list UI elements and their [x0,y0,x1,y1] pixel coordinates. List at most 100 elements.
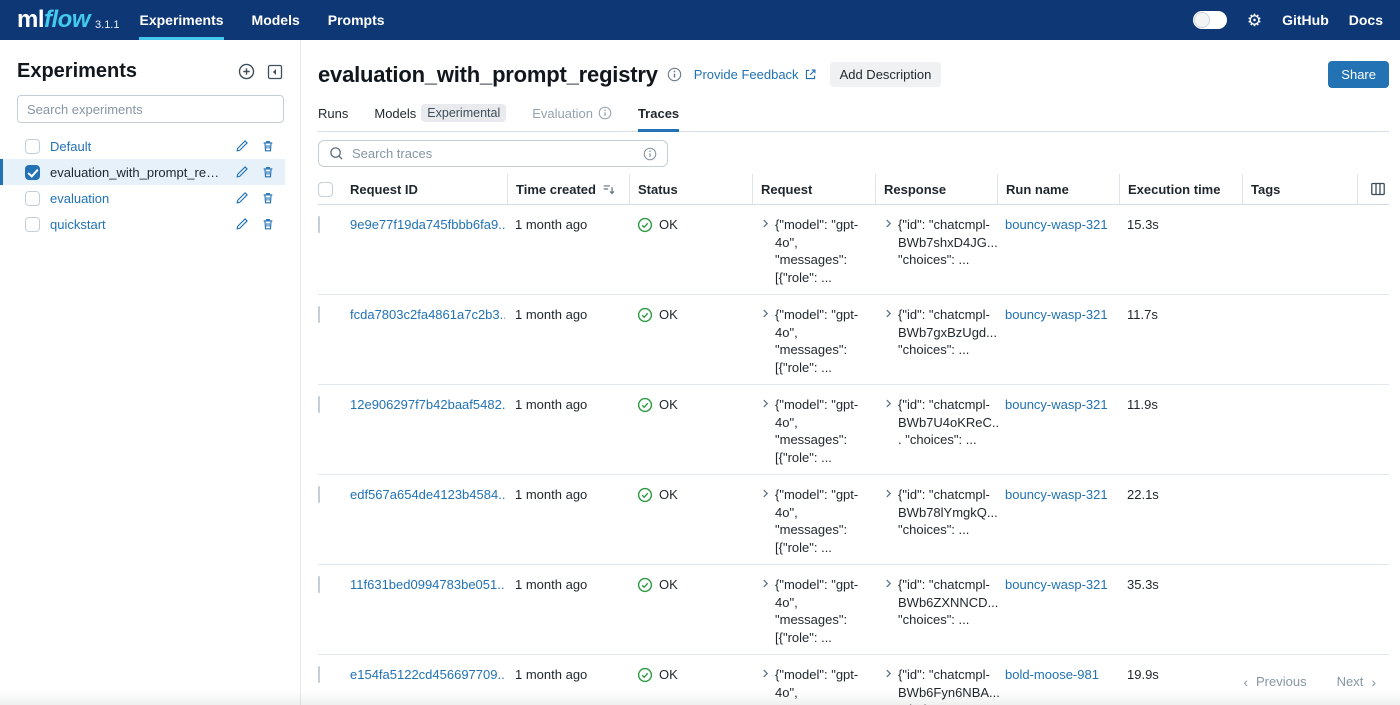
status-ok-icon [637,217,653,233]
trace-table-row[interactable]: 12e906297f7b42baaf5482... 1 month ago OK… [318,385,1389,475]
run-name-link[interactable]: bouncy-wasp-321 [1005,487,1108,502]
request-id-link[interactable]: edf567a654de4123b4584... [350,486,505,504]
request-id-link[interactable]: fcda7803c2fa4861a7c2b3... [350,306,505,324]
column-header-response[interactable]: Response [875,174,997,204]
expand-request-icon[interactable] [760,218,771,229]
mlflow-logo[interactable]: mlflow 3.1.1 [17,0,119,40]
run-name-link[interactable]: bouncy-wasp-321 [1005,397,1108,412]
trace-table-row[interactable]: 9e9e77f19da745fbbb6fa9... 1 month ago OK… [318,205,1389,295]
delete-icon[interactable] [261,139,275,153]
add-description-button[interactable]: Add Description [830,62,942,87]
edit-icon[interactable] [235,191,249,205]
expand-request-icon[interactable] [760,308,771,319]
create-experiment-icon[interactable] [238,63,255,80]
run-name-cell: bouncy-wasp-321 [997,385,1119,422]
search-traces-box[interactable] [318,140,668,167]
column-header-run-name[interactable]: Run name [997,174,1119,204]
edit-icon[interactable] [235,217,249,231]
request-id-link[interactable]: e154fa5122cd456697709... [350,666,505,684]
select-all-checkbox[interactable] [318,182,333,197]
response-cell: {"id": "chatcmpl-BWb7gxBzUgd... "choices… [875,295,997,367]
nav-item-prompts[interactable]: Prompts [328,0,385,40]
request-id-link[interactable]: 12e906297f7b42baaf5482... [350,396,505,414]
column-header-request[interactable]: Request [752,174,875,204]
info-icon[interactable] [667,67,682,82]
search-experiments-input[interactable] [17,95,284,123]
experiment-item-evaluation-with-prompt-registry[interactable]: evaluation_with_prompt_registry [0,159,285,185]
row-checkbox[interactable] [318,216,320,233]
expand-response-icon[interactable] [883,308,894,319]
search-traces-input[interactable] [352,146,635,161]
trace-table-row[interactable]: fcda7803c2fa4861a7c2b3... 1 month ago OK… [318,295,1389,385]
share-button[interactable]: Share [1328,61,1389,88]
experiment-item-evaluation[interactable]: evaluation [0,185,285,211]
expand-request-icon[interactable] [760,398,771,409]
run-name-link[interactable]: bold-moose-981 [1005,667,1099,682]
theme-toggle[interactable] [1193,11,1227,29]
edit-icon[interactable] [235,165,249,179]
experiment-name-link[interactable]: evaluation_with_prompt_registry [50,165,225,180]
gear-icon[interactable]: ⚙ [1247,12,1262,29]
column-header-time-created[interactable]: Time created [507,174,629,204]
expand-request-icon[interactable] [760,668,771,679]
status-cell: OK [629,295,752,332]
trace-table-row[interactable]: edf567a654de4123b4584... 1 month ago OK … [318,475,1389,565]
run-name-link[interactable]: bouncy-wasp-321 [1005,577,1108,592]
experiment-item-quickstart[interactable]: quickstart [0,211,285,237]
next-page-button[interactable]: Next › [1337,674,1376,689]
provide-feedback-link[interactable]: Provide Feedback [694,67,817,82]
tab-runs[interactable]: Runs [318,104,348,131]
run-name-cell: bouncy-wasp-321 [997,205,1119,242]
column-header-status[interactable]: Status [629,174,752,204]
experiment-checkbox[interactable] [25,191,40,206]
column-header-execution-time[interactable]: Execution time [1119,174,1242,204]
column-settings-icon[interactable] [1370,181,1386,197]
docs-link[interactable]: Docs [1349,12,1383,28]
experiment-checkbox[interactable] [25,165,40,180]
expand-response-icon[interactable] [883,668,894,679]
tab-models[interactable]: Models Experimental [374,104,506,131]
experiment-name-link[interactable]: quickstart [50,217,225,232]
row-checkbox[interactable] [318,486,320,503]
trace-table-row[interactable]: 11f631bed0994783be051... 1 month ago OK … [318,565,1389,655]
expand-response-icon[interactable] [883,488,894,499]
experiment-name-link[interactable]: Default [50,139,225,154]
edit-icon[interactable] [235,139,249,153]
tab-traces[interactable]: Traces [638,104,679,131]
search-info-icon[interactable] [643,147,657,161]
delete-icon[interactable] [261,165,275,179]
delete-icon[interactable] [261,217,275,231]
status-ok-icon [637,577,653,593]
run-name-cell: bold-moose-981 [997,655,1119,692]
collapse-sidebar-icon[interactable] [267,64,283,80]
nav-item-experiments[interactable]: Experiments [139,0,223,40]
run-name-link[interactable]: bouncy-wasp-321 [1005,217,1108,232]
request-id-link[interactable]: 11f631bed0994783be051... [350,576,505,594]
experiment-item-default[interactable]: Default [0,133,285,159]
top-navigation-bar: mlflow 3.1.1 Experiments Models Prompts … [0,0,1400,40]
expand-response-icon[interactable] [883,578,894,589]
column-header-request-id[interactable]: Request ID [342,174,507,204]
nav-item-models[interactable]: Models [252,0,300,40]
run-name-link[interactable]: bouncy-wasp-321 [1005,307,1108,322]
row-checkbox[interactable] [318,576,320,593]
column-header-tags[interactable]: Tags [1242,174,1357,204]
expand-request-icon[interactable] [760,578,771,589]
experiment-checkbox[interactable] [25,139,40,154]
expand-response-icon[interactable] [883,398,894,409]
previous-page-button[interactable]: ‹ Previous [1243,674,1306,689]
experiment-name-link[interactable]: evaluation [50,191,225,206]
experiment-checkbox[interactable] [25,217,40,232]
row-checkbox[interactable] [318,306,320,323]
response-cell: {"id": "chatcmpl-BWb7U4oKReC... "choices… [875,385,997,457]
request-id-link[interactable]: 9e9e77f19da745fbbb6fa9... [350,216,505,234]
execution-time-cell: 11.7s [1119,295,1242,332]
expand-request-icon[interactable] [760,488,771,499]
row-checkbox[interactable] [318,396,320,413]
delete-icon[interactable] [261,191,275,205]
github-link[interactable]: GitHub [1282,12,1329,28]
trace-table-row[interactable]: e154fa5122cd456697709... 1 month ago OK … [318,655,1389,705]
tab-evaluation[interactable]: Evaluation [532,104,612,131]
row-checkbox[interactable] [318,666,320,683]
expand-response-icon[interactable] [883,218,894,229]
